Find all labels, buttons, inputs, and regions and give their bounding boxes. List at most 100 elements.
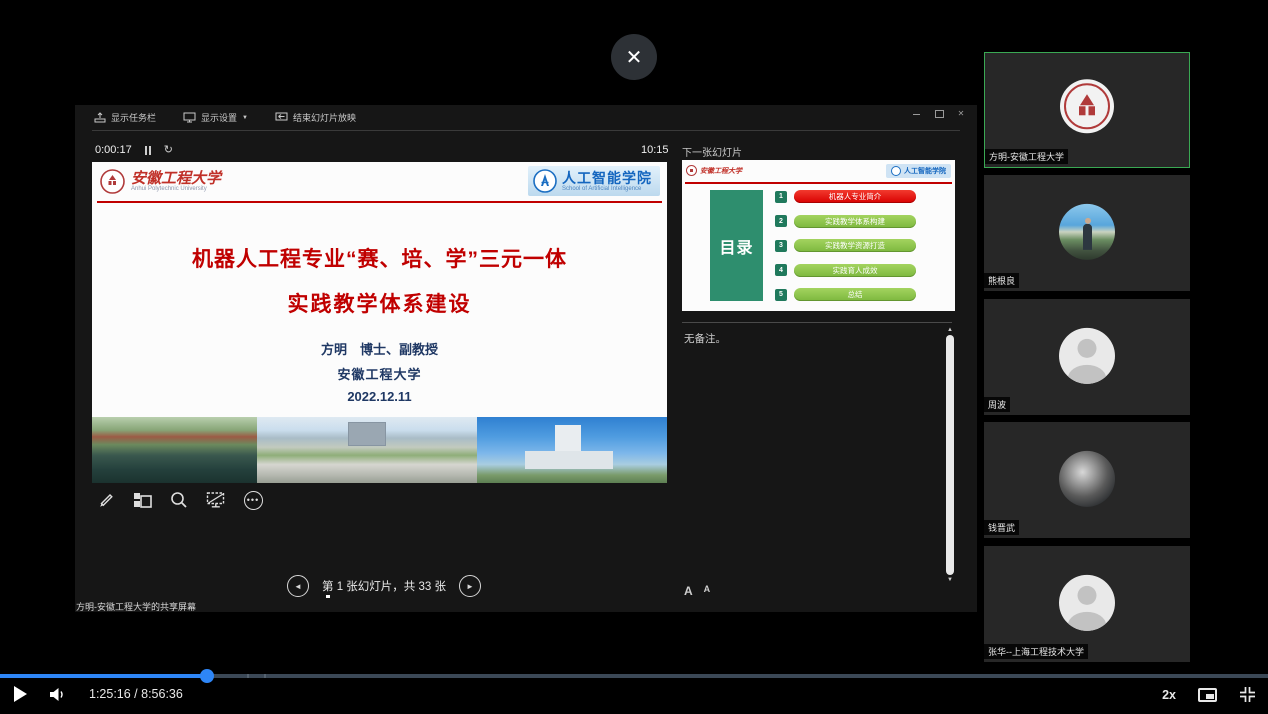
restore-button[interactable]: [933, 108, 945, 119]
end-slideshow-button[interactable]: 结束幻灯片放映: [275, 111, 356, 124]
slide-grid-icon: [133, 491, 152, 509]
slide-date: 2022.12.11: [92, 389, 667, 404]
pen-tool-button[interactable]: [94, 489, 116, 511]
show-taskbar-label: 显示任务栏: [111, 111, 156, 124]
toc-item: 1 机器人专业简介: [775, 190, 916, 203]
university-seal-avatar-icon: [1059, 78, 1115, 134]
annotation-toolbar: •••: [94, 489, 264, 511]
taskbar-icon: [94, 112, 106, 123]
nav-progress-dot: [326, 595, 330, 598]
presentation-timer: 0:00:17 ↻: [95, 144, 173, 156]
campus-photo-plaza: [257, 417, 477, 483]
campus-photo-lake: [92, 417, 257, 483]
speaker-icon: [49, 687, 67, 702]
scroll-down-icon[interactable]: ▼: [946, 577, 954, 583]
header-rule: [97, 201, 662, 203]
seek-handle[interactable]: [200, 669, 214, 683]
participant-tile[interactable]: 周波: [984, 299, 1190, 415]
chevron-left-icon: ◄: [294, 582, 302, 591]
slide-navigation: ◄ 第 1 张幻灯片，共 33 张 ►: [287, 575, 481, 597]
chevron-right-icon: ►: [466, 582, 474, 591]
toc-item-label: 实践教学体系构建: [794, 215, 916, 228]
display-settings-button[interactable]: 显示设置 ▼: [183, 111, 248, 124]
play-button[interactable]: [14, 686, 27, 702]
participant-tile[interactable]: 张华--上海工程技术大学: [984, 546, 1190, 662]
toolbar-divider: [92, 130, 960, 131]
meeting-recording-player: ✕ 显示任务栏 显示设置 ▼: [0, 0, 1268, 714]
school-name-en: School of Artificial Intelligence: [562, 186, 652, 192]
silhouette-avatar-icon: [1059, 575, 1115, 631]
zoom-tool-button[interactable]: [168, 489, 190, 511]
preview-school-name: 人工智能学院: [904, 166, 946, 176]
notes-scrollbar[interactable]: ▲ ▼: [946, 327, 954, 583]
notes-divider: [682, 322, 952, 323]
scroll-up-icon[interactable]: ▲: [946, 327, 954, 333]
playback-speed-button[interactable]: 2x: [1162, 688, 1176, 702]
restart-timer-button[interactable]: ↻: [164, 145, 173, 155]
university-seal-icon: [686, 165, 697, 176]
clock-text: 10:15: [641, 144, 669, 156]
show-taskbar-button[interactable]: 显示任务栏: [94, 111, 156, 124]
participant-name: 方明-安徽工程大学: [985, 149, 1068, 164]
toc-item: 4 实践育人成效: [775, 264, 916, 277]
font-increase-button[interactable]: A: [684, 584, 693, 598]
avatar: [1059, 78, 1115, 139]
toc-item: 3 实践教学资源打造: [775, 239, 916, 252]
toc-title-block: 目录: [710, 190, 763, 301]
participant-tile[interactable]: 方明-安徽工程大学: [984, 52, 1190, 168]
toc-item-number: 4: [775, 264, 787, 276]
slide-counter: 第 1 张幻灯片，共 33 张: [322, 578, 446, 594]
preview-university-logo: 安徽工程大学: [686, 165, 742, 176]
participant-tile[interactable]: 熊根良: [984, 175, 1190, 291]
avatar: [1059, 328, 1115, 384]
minimize-button[interactable]: [911, 108, 923, 119]
next-slide-preview: 安徽工程大学 人工智能学院 目录 1 机器人专业简介 2 实践教学体系构建 3: [682, 160, 955, 311]
screen-toggle-icon: [206, 491, 226, 509]
picture-in-picture-button[interactable]: [1198, 688, 1217, 702]
participant-tile[interactable]: 钱晋武: [984, 422, 1190, 538]
volume-button[interactable]: [49, 687, 67, 702]
next-slide-button[interactable]: ►: [459, 575, 481, 597]
ellipsis-icon: •••: [244, 491, 263, 510]
toc-item: 2 实践教学体系构建: [775, 215, 916, 228]
font-decrease-button[interactable]: A: [704, 584, 711, 594]
more-options-button[interactable]: •••: [242, 489, 264, 511]
notes-font-controls: A A: [684, 584, 710, 598]
seek-bar-mark: [247, 674, 249, 678]
toc-item-number: 2: [775, 215, 787, 227]
preview-school-logo: 人工智能学院: [886, 164, 951, 178]
toc-item-label: 总结: [794, 288, 916, 301]
toc-item-number: 1: [775, 191, 787, 203]
chevron-down-icon: ▼: [242, 115, 248, 121]
pause-timer-button[interactable]: [145, 146, 151, 155]
prev-slide-button[interactable]: ◄: [287, 575, 309, 597]
campus-photo-tower: [477, 417, 667, 483]
black-screen-button[interactable]: [205, 489, 227, 511]
exit-fullscreen-button[interactable]: [1239, 686, 1256, 703]
time-display: 1:25:16 / 8:56:36: [89, 687, 183, 701]
all-slides-button[interactable]: [131, 489, 153, 511]
university-name: 安徽工程大学: [131, 170, 221, 186]
player-controls-right: 2x: [1162, 686, 1256, 703]
school-emblem-icon: [533, 169, 557, 193]
end-slideshow-icon: [275, 112, 288, 123]
slide-header: 安徽工程大学 Anhui Polytechnic University 人工智能…: [92, 162, 667, 200]
notes-text: 无备注。: [684, 331, 726, 346]
magnifier-icon: [170, 491, 188, 509]
participant-name: 张华--上海工程技术大学: [984, 644, 1088, 659]
preview-university-name: 安徽工程大学: [700, 166, 742, 176]
close-overlay-button[interactable]: ✕: [611, 34, 657, 80]
university-logo: 安徽工程大学 Anhui Polytechnic University: [99, 168, 221, 195]
avatar: [1059, 204, 1115, 260]
campus-photo-strip: [92, 417, 667, 483]
preview-header-rule: [685, 182, 952, 184]
toc-item: 5 总结: [775, 288, 916, 301]
current-slide-canvas: 安徽工程大学 Anhui Polytechnic University 人工智能…: [92, 162, 667, 483]
close-icon: ✕: [626, 45, 643, 70]
outdoor-photo-avatar: [1059, 204, 1115, 260]
window-close-button[interactable]: ✕: [955, 108, 967, 119]
toc-title: 目录: [719, 234, 753, 258]
seek-bar[interactable]: [0, 674, 1268, 678]
scrollbar-thumb[interactable]: [946, 335, 954, 575]
slide-title-line2: 实践教学体系建设: [92, 288, 667, 318]
